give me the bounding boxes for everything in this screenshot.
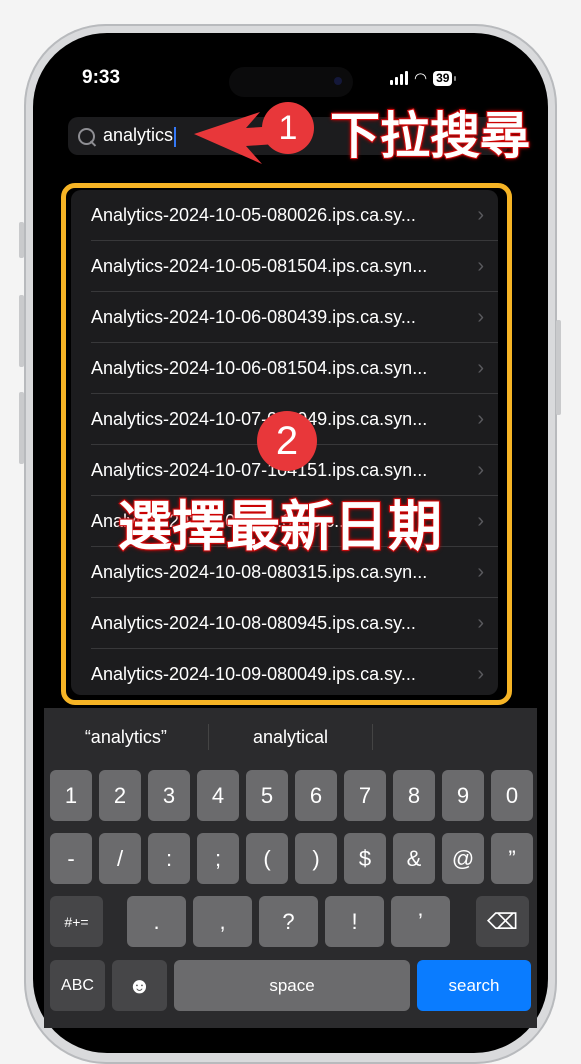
key[interactable]: & — [393, 833, 435, 884]
wifi-icon: ◠ — [414, 70, 428, 87]
key[interactable]: 2 — [99, 770, 141, 821]
key[interactable]: / — [99, 833, 141, 884]
search-icon — [78, 127, 95, 145]
search-value: analytics — [103, 125, 174, 146]
divider — [372, 724, 374, 750]
key[interactable]: 9 — [442, 770, 484, 821]
step-badge-1: 1 — [262, 102, 314, 154]
volume-up-button — [19, 295, 24, 367]
step1-caption: 下拉搜尋 — [329, 106, 531, 166]
key[interactable]: ) — [295, 833, 337, 884]
search-input[interactable]: analytics — [103, 125, 177, 147]
volume-down-button — [19, 392, 24, 464]
signal-icon — [390, 71, 408, 85]
camera — [334, 77, 342, 85]
status-icons: ◠ 39 — [390, 69, 457, 87]
key[interactable]: 5 — [246, 770, 288, 821]
search-key[interactable]: search — [417, 960, 531, 1011]
key[interactable]: 1 — [50, 770, 92, 821]
key[interactable]: ( — [246, 833, 288, 884]
key[interactable]: 6 — [295, 770, 337, 821]
text-cursor — [174, 126, 177, 147]
key[interactable]: ? — [259, 896, 318, 947]
space-key[interactable]: space — [174, 960, 410, 1011]
key[interactable]: 4 — [197, 770, 239, 821]
emoji-key[interactable]: ☻ — [112, 960, 167, 1011]
key[interactable]: 3 — [148, 770, 190, 821]
battery-icon: 39 — [433, 70, 453, 86]
delete-key[interactable]: ⌫ — [476, 896, 529, 947]
suggestion-bar: “analytics” analytical — [44, 708, 537, 766]
key[interactable]: . — [127, 896, 186, 947]
key[interactable]: , — [193, 896, 252, 947]
action-button — [19, 222, 24, 258]
key[interactable]: 0 — [491, 770, 533, 821]
battery-cap — [454, 75, 457, 81]
key[interactable]: ” — [491, 833, 533, 884]
suggestion-item[interactable]: analytical — [209, 727, 373, 748]
symbols-key[interactable]: #+= — [50, 896, 103, 947]
power-button — [556, 320, 561, 415]
key[interactable]: - — [50, 833, 92, 884]
step-badge-2: 2 — [257, 411, 317, 471]
delete-icon: ⌫ — [486, 908, 519, 934]
emoji-icon: ☻ — [127, 972, 152, 998]
abc-key[interactable]: ABC — [50, 960, 105, 1011]
keyboard: “analytics” analytical 1234567890 - /:;()… — [44, 708, 537, 1028]
key[interactable]: ! — [325, 896, 384, 947]
step2-caption: 選擇最新日期 — [117, 494, 443, 559]
key[interactable]: 8 — [393, 770, 435, 821]
key[interactable]: ; — [197, 833, 239, 884]
key[interactable]: @ — [442, 833, 484, 884]
status-time: 9:33 — [82, 67, 121, 88]
key[interactable]: ’ — [391, 896, 450, 947]
key[interactable]: : — [148, 833, 190, 884]
key[interactable]: $ — [344, 833, 386, 884]
key[interactable]: 7 — [344, 770, 386, 821]
suggestion-item[interactable]: “analytics” — [44, 727, 208, 748]
